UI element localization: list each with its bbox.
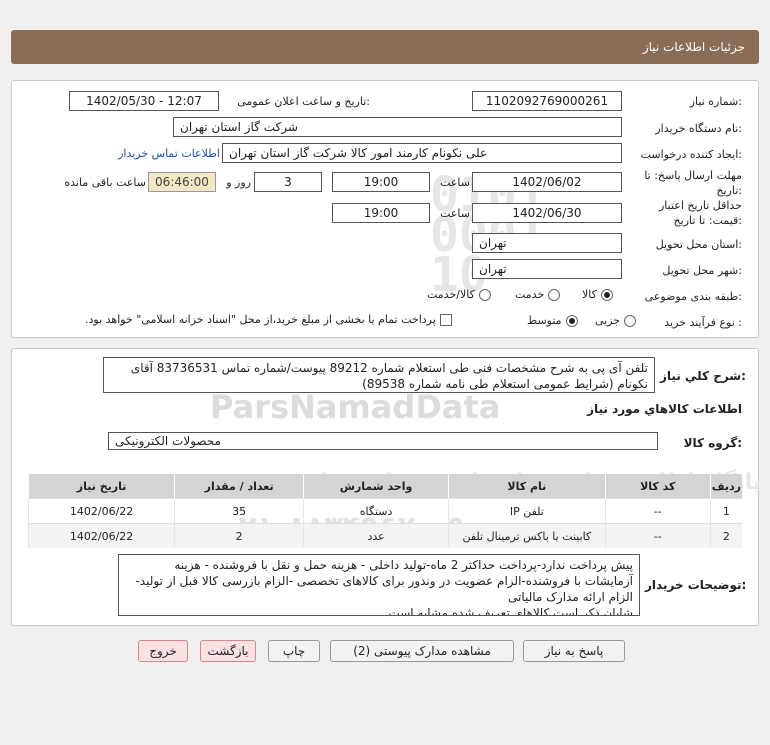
category-option-goods[interactable]: کالا bbox=[582, 288, 613, 301]
cell-goods-name: کابینت یا باکس ترمینال تلفن bbox=[448, 523, 606, 548]
announce-datetime-field: 1402/05/30 - 12:07 bbox=[69, 91, 219, 111]
cell-need-date: 1402/06/22 bbox=[27, 523, 175, 548]
reply-to-need-button[interactable]: پاسخ به نیاز bbox=[523, 640, 625, 662]
remaining-time-field: 06:46:00 bbox=[148, 172, 216, 192]
delivery-city-label: شهر محل تحویل: bbox=[662, 264, 742, 277]
deadline-label-line1: مهلت ارسال پاسخ: تا bbox=[644, 169, 742, 182]
validity-date-field: 1402/06/30 bbox=[472, 203, 622, 223]
table-row[interactable]: 1 -- تلفن IP دستگاه 35 1402/06/22 bbox=[27, 498, 742, 524]
need-number-field: 1102092769000261 bbox=[472, 91, 622, 111]
remaining-time-label: ساعت باقی مانده bbox=[64, 176, 146, 189]
announce-datetime-label: تاریخ و ساعت اعلان عمومی: bbox=[237, 95, 370, 108]
process-medium-label: متوسط bbox=[527, 314, 562, 327]
cell-goods-code: -- bbox=[604, 498, 711, 524]
goods-group-field: محصولات الکترونیکی bbox=[108, 432, 658, 450]
process-option-minor[interactable]: جزیی bbox=[595, 314, 637, 327]
days-remaining-field: 3 bbox=[254, 172, 322, 192]
purchase-process-label: نوع فرآیند خرید : bbox=[664, 316, 742, 329]
deadline-date-field: 1402/06/02 bbox=[472, 172, 622, 192]
delivery-city-field: تهران bbox=[472, 259, 622, 279]
validity-time-field: 19:00 bbox=[332, 203, 430, 223]
requester-label: ایجاد کننده درخواست: bbox=[640, 148, 742, 161]
category-goods-service-radio[interactable] bbox=[478, 288, 491, 301]
need-summary-field: تلفن آی پی به شرح مشخصات فنی طی استعلام … bbox=[103, 357, 655, 393]
cell-row-number: 1 bbox=[709, 498, 742, 524]
page-title-bar: جزئیات اطلاعات نیاز bbox=[11, 30, 759, 64]
delivery-province-field: تهران bbox=[472, 233, 622, 253]
col-goods-code: کد کالا bbox=[604, 474, 711, 499]
treasury-payment-option[interactable]: پرداخت تمام یا بخشی از مبلغ خرید،از محل … bbox=[85, 313, 452, 326]
process-medium-radio[interactable] bbox=[565, 314, 578, 327]
buyer-contact-link[interactable]: اطلاعات تماس خریدار bbox=[110, 147, 220, 160]
cell-unit: عدد bbox=[303, 523, 449, 548]
col-unit: واحد شمارش bbox=[303, 474, 449, 499]
deadline-time-field: 19:00 bbox=[332, 172, 430, 192]
cell-quantity: 35 bbox=[174, 498, 304, 524]
price-validity-label: حداقل تاریخ اعتبار قیمت: تا تاریخ: bbox=[632, 198, 742, 228]
category-service-label: خدمت bbox=[515, 288, 545, 301]
page-title: جزئیات اطلاعات نیاز bbox=[642, 40, 745, 54]
deadline-time-label: ساعت bbox=[440, 176, 470, 189]
cell-row-number: 2 bbox=[709, 523, 742, 548]
deadline-label-line2: تاریخ: bbox=[716, 184, 742, 197]
price-validity-label-line1: حداقل تاریخ اعتبار bbox=[658, 199, 742, 212]
col-row-number: ردیف bbox=[709, 474, 742, 499]
cell-goods-name: تلفن IP bbox=[448, 498, 606, 524]
goods-group-label: گروه کالا: bbox=[683, 436, 742, 450]
treasury-payment-checkbox[interactable] bbox=[439, 313, 452, 326]
need-summary-label: شرح کلي نياز: bbox=[660, 369, 746, 383]
col-need-date: تاریخ نیاز bbox=[27, 474, 175, 499]
buyer-org-field: شرکت گاز استان تهران bbox=[173, 117, 622, 137]
requester-field: علی نکونام کارمند امور کالا شرکت گاز است… bbox=[222, 143, 622, 163]
delivery-province-label: استان محل تحویل: bbox=[655, 238, 742, 251]
table-row[interactable]: 2 -- کابینت یا باکس ترمینال تلفن عدد 2 1… bbox=[27, 523, 742, 548]
cell-goods-code: -- bbox=[604, 523, 711, 548]
goods-table: ردیف کد کالا نام کالا واحد شمارش تعداد /… bbox=[27, 474, 742, 548]
days-label: روز و bbox=[226, 176, 251, 189]
process-option-medium[interactable]: متوسط bbox=[527, 314, 578, 327]
goods-info-title: اطلاعات کالاهاي مورد نياز bbox=[587, 402, 742, 416]
need-number-label: شماره نیاز: bbox=[689, 95, 742, 108]
process-minor-label: جزیی bbox=[595, 314, 621, 327]
category-goods-service-label: کالا/خدمت bbox=[427, 288, 475, 301]
category-goods-label: کالا bbox=[582, 288, 597, 301]
cell-unit: دستگاه bbox=[303, 498, 449, 524]
process-minor-radio[interactable] bbox=[624, 314, 637, 327]
category-service-radio[interactable] bbox=[548, 288, 561, 301]
goods-table-wrapper: ردیف کد کالا نام کالا واحد شمارش تعداد /… bbox=[27, 474, 742, 548]
treasury-payment-note: پرداخت تمام یا بخشی از مبلغ خرید،از محل … bbox=[85, 313, 436, 326]
col-quantity: تعداد / مقدار bbox=[174, 474, 304, 499]
cell-quantity: 2 bbox=[174, 523, 304, 548]
category-goods-radio[interactable] bbox=[600, 288, 613, 301]
subject-category-label: طبقه بندی موضوعی: bbox=[644, 290, 742, 303]
cell-need-date: 1402/06/22 bbox=[27, 498, 175, 524]
validity-time-label: ساعت bbox=[440, 207, 470, 220]
buyer-notes-label: توضیحات خریدار: bbox=[645, 578, 746, 592]
category-option-service[interactable]: خدمت bbox=[515, 288, 561, 301]
price-validity-label-line2: قیمت: تا تاریخ: bbox=[673, 214, 742, 227]
buyer-org-label: نام دستگاه خریدار: bbox=[655, 122, 742, 135]
back-button[interactable]: بازگشت bbox=[200, 640, 256, 662]
exit-button[interactable]: خروج bbox=[138, 640, 188, 662]
table-header-row: ردیف کد کالا نام کالا واحد شمارش تعداد /… bbox=[27, 474, 742, 499]
col-goods-name: نام کالا bbox=[448, 474, 606, 499]
print-button[interactable]: چاپ bbox=[268, 640, 320, 662]
category-option-goods-service[interactable]: کالا/خدمت bbox=[427, 288, 491, 301]
deadline-label: مهلت ارسال پاسخ: تا تاریخ: bbox=[642, 168, 742, 198]
view-attachments-button[interactable]: مشاهده مدارک پیوستی (2) bbox=[330, 640, 514, 662]
buyer-notes-field: پیش پرداخت ندارد-پرداخت حداکثر 2 ماه-تول… bbox=[118, 554, 640, 616]
